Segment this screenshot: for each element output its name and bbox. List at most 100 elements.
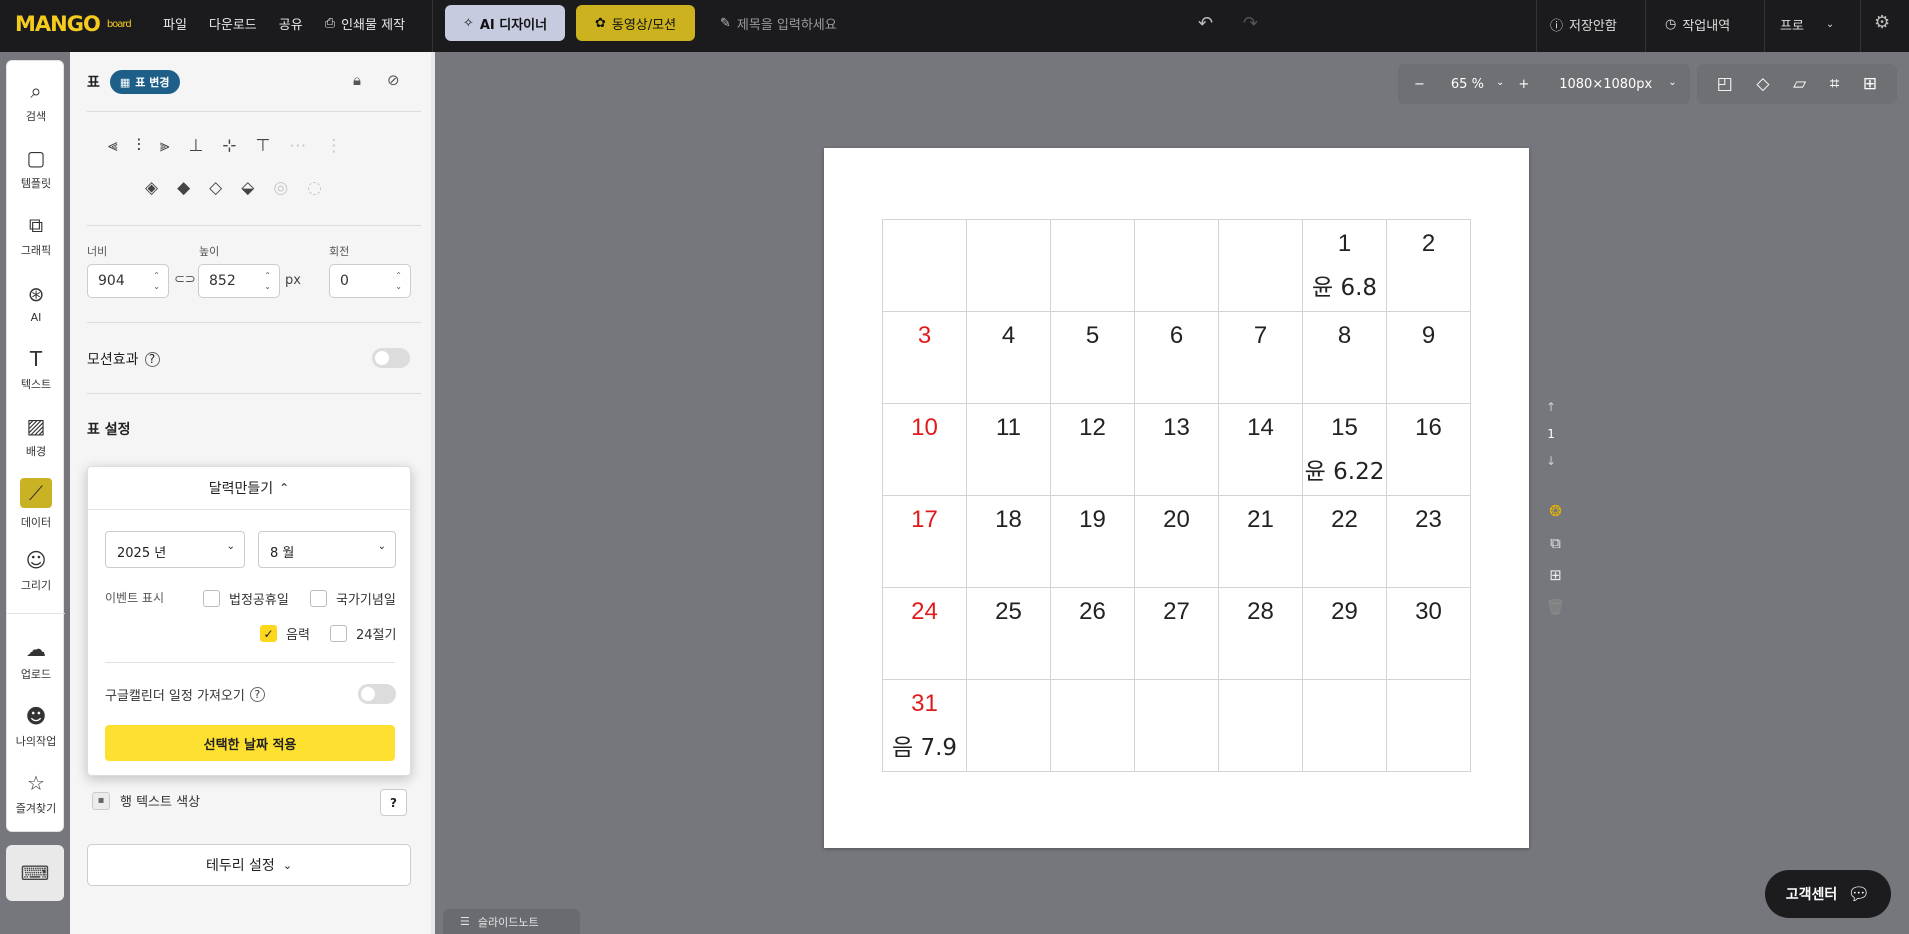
sidebar-item-text[interactable]: T 텍스트 — [7, 337, 65, 403]
calendar-day-cell[interactable]: 21 — [1218, 495, 1303, 588]
apply-dates-button[interactable]: 선택한 날짜 적용 — [105, 725, 395, 761]
align-right-icon[interactable]: ⫸ — [160, 136, 170, 156]
zoom-select[interactable]: 65 % ⌄ — [1451, 77, 1504, 92]
panel-scrollbar[interactable] — [431, 52, 435, 934]
calendar-day-cell[interactable] — [1050, 219, 1135, 312]
calendar-day-cell[interactable]: 14 — [1218, 403, 1303, 496]
calendar-day-cell[interactable] — [1050, 679, 1135, 772]
calendar-day-cell[interactable]: 27 — [1134, 587, 1219, 680]
lunar-checkbox[interactable]: ✓ 음력 — [260, 624, 310, 643]
help-circle-icon[interactable]: ? — [249, 687, 265, 702]
sidebar-item-data[interactable]: ⟋ 데이터 — [7, 471, 65, 537]
menu-download[interactable]: 다운로드 — [209, 14, 257, 33]
align-center-icon[interactable]: ⫶ — [137, 136, 141, 156]
stepper-icon[interactable]: ⌃ ⌄ — [395, 270, 402, 292]
page-down-icon[interactable]: ↓ — [1546, 454, 1556, 468]
calendar-day-cell[interactable]: 18 — [966, 495, 1051, 588]
calendar-day-cell[interactable] — [1134, 679, 1219, 772]
calendar-day-cell[interactable]: 6 — [1134, 311, 1219, 404]
calendar-day-cell[interactable]: 8 — [1302, 311, 1387, 404]
menu-share[interactable]: 공유 — [279, 14, 303, 33]
align-middle-icon[interactable]: ⊹ — [222, 136, 236, 156]
menu-print[interactable]: ⎙ 인쇄물 제작 — [325, 14, 405, 33]
distribute-vertical-icon[interactable]: ⋮ — [325, 136, 342, 156]
sidebar-item-draw[interactable]: ☺ 그리기 — [7, 538, 65, 604]
history-button[interactable]: ◷ 작업내역 — [1665, 15, 1730, 34]
distribute-horizontal-icon[interactable]: ⋯ — [289, 136, 306, 156]
rotate-field[interactable]: 0 ⌃ ⌄ — [329, 264, 411, 298]
calendar-day-cell[interactable]: 12 — [1050, 403, 1135, 496]
calendar-day-cell[interactable]: 1 윤 6.8 — [1302, 219, 1387, 312]
delete-page-icon[interactable]: 🗑︎ — [1546, 598, 1565, 616]
calendar-day-cell[interactable] — [1218, 679, 1303, 772]
sidebar-item-upload[interactable]: ☁ 업로드 — [7, 627, 65, 693]
calendar-day-cell[interactable]: 16 — [1386, 403, 1471, 496]
title-input[interactable]: ✎ 제목을 입력하세요 — [720, 14, 837, 33]
calendar-day-cell[interactable]: 17 — [882, 495, 967, 588]
calendar-day-cell[interactable]: 24 — [882, 587, 967, 680]
google-calendar-toggle[interactable] — [358, 684, 396, 704]
calendar-table[interactable]: 1윤 6.8 2 3 4 5 6 7 8 9 10 11 12 13 14 15 윤 6.22 16 17 18 19… — [882, 219, 1471, 772]
calendar-day-cell[interactable]: 2 — [1386, 219, 1471, 312]
calendar-day-cell[interactable]: 25 — [966, 587, 1051, 680]
ungroup-icon[interactable]: ◌ — [307, 178, 322, 198]
border-settings-button[interactable]: 테두리 설정 ⌄ — [87, 844, 411, 886]
calendar-day-cell[interactable]: 9 — [1386, 311, 1471, 404]
calendar-day-cell[interactable]: 15 윤 6.22 — [1302, 403, 1387, 496]
calendar-day-cell[interactable]: 7 — [1218, 311, 1303, 404]
help-button[interactable]: ? — [380, 789, 407, 816]
sidebar-item-ai[interactable]: ⊛ AI — [7, 270, 65, 336]
keyboard-shortcut-button[interactable]: ⌨ — [6, 845, 64, 901]
calendar-day-cell[interactable] — [882, 219, 967, 312]
sticker-icon[interactable]: ◰ — [1717, 74, 1733, 94]
year-select[interactable]: 2025 년 ⌄ — [105, 531, 245, 568]
calendar-day-cell[interactable]: 5 — [1050, 311, 1135, 404]
canvas-size-select[interactable]: 1080×1080px ⌄ — [1559, 77, 1676, 92]
zoom-in-button[interactable]: + — [1518, 77, 1529, 92]
calendar-day-cell[interactable]: 30 — [1386, 587, 1471, 680]
width-field[interactable]: 904 ⌃ ⌄ — [87, 264, 169, 298]
layers-icon[interactable]: ◇ — [1756, 74, 1769, 94]
bring-forward-icon[interactable]: ◆ — [177, 178, 190, 198]
ruler-icon[interactable]: ▱ — [1793, 74, 1806, 94]
calendar-day-cell[interactable] — [966, 679, 1051, 772]
calendar-day-cell[interactable]: 19 — [1050, 495, 1135, 588]
zoom-out-button[interactable]: − — [1414, 77, 1425, 92]
unsaved-status[interactable]: ⓘ 저장안함 — [1550, 15, 1617, 34]
calendar-day-cell[interactable] — [1218, 219, 1303, 312]
align-top-icon[interactable]: ⊤ — [256, 136, 271, 156]
holiday-checkbox[interactable]: 법정공휴일 — [203, 589, 289, 608]
change-table-button[interactable]: ▦ 표 변경 — [109, 70, 180, 94]
customer-center-button[interactable]: 고객센터 💬︎ — [1765, 870, 1891, 918]
memorial-day-checkbox[interactable]: 국가기념일 — [310, 589, 396, 608]
sidebar-item-template[interactable]: ▢ 템플릿 — [7, 136, 65, 202]
row-text-color-row[interactable]: ▪ 행 텍스트 색상 — [92, 791, 200, 810]
plan-dropdown[interactable]: 프로 ⌄ — [1780, 15, 1834, 34]
sidebar-item-background[interactable]: ▨ 배경 — [7, 404, 65, 470]
lock-icon[interactable]: 🔒︎ — [353, 71, 361, 89]
calendar-maker-header[interactable]: 달력만들기 ⌃ — [88, 467, 410, 510]
link-ratio-icon[interactable]: ⊂⊃ — [174, 272, 196, 287]
sidebar-item-favorite[interactable]: ☆ 즐겨찾기 — [7, 761, 65, 827]
page-up-icon[interactable]: ↑ — [1546, 400, 1556, 414]
calendar-day-cell[interactable] — [1134, 219, 1219, 312]
calendar-day-cell[interactable]: 20 — [1134, 495, 1219, 588]
ai-designer-button[interactable]: ✧ AI 디자이너 — [445, 5, 565, 41]
calendar-day-cell[interactable]: 26 — [1050, 587, 1135, 680]
redo-icon[interactable]: ↷ — [1243, 13, 1258, 34]
stepper-icon[interactable]: ⌃ ⌄ — [264, 270, 271, 292]
add-page-icon[interactable]: ⊞ — [1549, 566, 1562, 584]
video-motion-button[interactable]: ✿ 동영상/모션 — [576, 5, 695, 41]
align-left-icon[interactable]: ⫷ — [108, 136, 118, 156]
calendar-day-cell[interactable] — [966, 219, 1051, 312]
sidebar-item-graphic[interactable]: ⧉ 그래픽 — [7, 203, 65, 269]
group-icon[interactable]: ◎ — [273, 178, 288, 198]
calendar-day-cell[interactable]: 28 — [1218, 587, 1303, 680]
calendar-day-cell[interactable] — [1386, 679, 1471, 772]
stepper-icon[interactable]: ⌃ ⌄ — [153, 270, 160, 292]
duplicate-page-icon[interactable]: ⧉ — [1550, 534, 1561, 552]
send-to-back-icon[interactable]: ⬙ — [241, 178, 254, 198]
calendar-day-cell[interactable]: 13 — [1134, 403, 1219, 496]
undo-icon[interactable]: ↶ — [1198, 13, 1213, 34]
bring-to-front-icon[interactable]: ◈ — [145, 178, 158, 198]
